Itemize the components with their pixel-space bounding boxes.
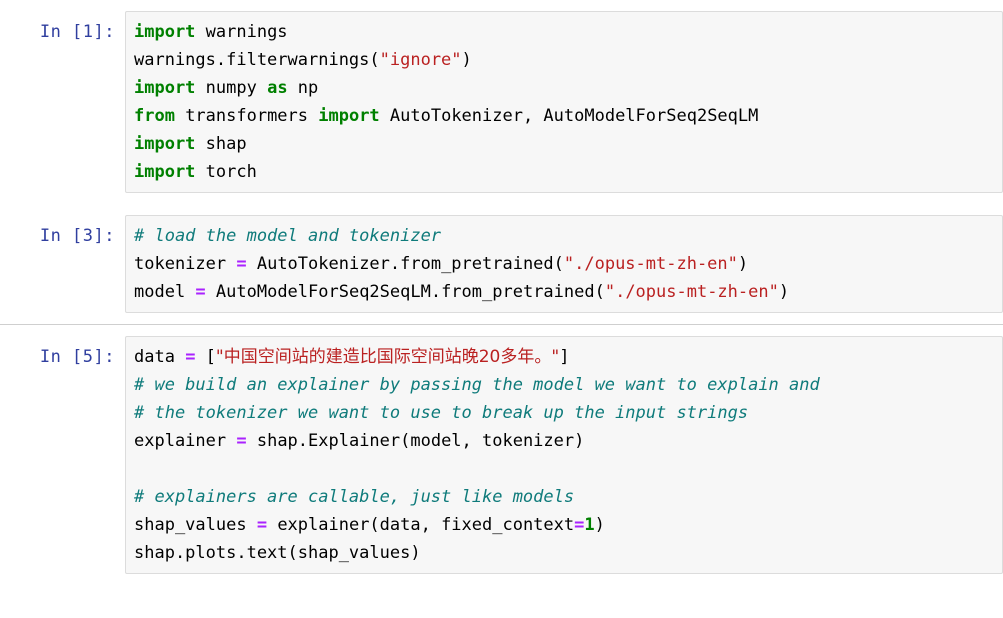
code-token-num: 1 bbox=[584, 515, 595, 535]
notebook-cell[interactable]: In [1]: import warnings warnings.filterwa… bbox=[0, 0, 1003, 204]
code-line: data = ["中国空间站的建造比国际空间站晚20多年。"] bbox=[134, 343, 994, 371]
code-token-kw: import bbox=[134, 134, 196, 154]
code-token-plain: ) bbox=[461, 50, 472, 70]
code-token-plain: AutoTokenizer.from_pretrained( bbox=[246, 254, 564, 274]
notebook-cell[interactable]: In [3]: # load the model and tokenizer to… bbox=[0, 204, 1003, 324]
code-token-plain: ] bbox=[559, 347, 570, 367]
code-block[interactable]: data = ["中国空间站的建造比国际空间站晚20多年。"] # we buil… bbox=[134, 343, 994, 567]
code-token-op: = bbox=[574, 515, 585, 535]
code-token-str: "./opus-mt-zh-en" bbox=[563, 254, 738, 274]
cell-prompt-label: In [1]: bbox=[39, 22, 115, 42]
notebook-cell[interactable]: In [5]: data = ["中国空间站的建造比国际空间站晚20多年。"] #… bbox=[0, 324, 1003, 585]
code-token-str: "ignore" bbox=[379, 50, 462, 70]
code-token-plain: shap.Explainer(model, tokenizer) bbox=[246, 431, 585, 451]
code-line: shap_values = explainer(data, fixed_cont… bbox=[134, 511, 994, 539]
code-line: ​ bbox=[134, 455, 994, 483]
code-token-plain: shap bbox=[195, 134, 247, 154]
code-token-kw: as bbox=[267, 78, 288, 98]
code-token-com: # explainers are callable, just like mod… bbox=[134, 487, 575, 507]
code-token-plain: AutoModelForSeq2SeqLM.from_pretrained( bbox=[205, 282, 605, 302]
code-line: shap.plots.text(shap_values) bbox=[134, 539, 994, 567]
code-line: # load the model and tokenizer bbox=[134, 222, 994, 250]
code-token-plain: model bbox=[134, 282, 196, 302]
code-token-op: = bbox=[185, 347, 196, 367]
code-block[interactable]: # load the model and tokenizer tokenizer … bbox=[134, 222, 994, 306]
code-token-plain: tokenizer bbox=[134, 254, 237, 274]
code-token-kw: import bbox=[134, 78, 196, 98]
code-token-plain: AutoTokenizer, AutoModelForSeq2SeqLM bbox=[379, 106, 759, 126]
notebook-container: In [1]: import warnings warnings.filterwa… bbox=[0, 0, 1003, 585]
code-block[interactable]: import warnings warnings.filterwarnings("… bbox=[134, 18, 994, 186]
code-token-plain: [ bbox=[195, 347, 216, 367]
code-input-area[interactable]: # load the model and tokenizer tokenizer … bbox=[125, 215, 1003, 313]
code-token-op: = bbox=[236, 431, 247, 451]
code-token-plain: ) bbox=[594, 515, 605, 535]
code-token-plain: explainer(data, fixed_context bbox=[267, 515, 575, 535]
code-token-plain: explainer bbox=[134, 431, 237, 451]
code-token-op: = bbox=[256, 515, 268, 535]
code-token-plain: transformers bbox=[174, 106, 319, 126]
code-token-kw: import bbox=[134, 162, 196, 182]
code-line: model = AutoModelForSeq2SeqLM.from_pretr… bbox=[134, 278, 994, 306]
code-token-plain: numpy bbox=[195, 78, 268, 98]
code-line: # explainers are callable, just like mod… bbox=[134, 483, 994, 511]
code-token-op: = bbox=[195, 282, 206, 302]
code-token-com: # we build an explainer by passing the m… bbox=[134, 375, 820, 395]
code-line: import shap bbox=[134, 130, 994, 158]
code-token-plain: shap.plots.text(shap_values) bbox=[134, 543, 421, 563]
code-token-plain: torch bbox=[195, 162, 257, 182]
code-input-area[interactable]: import warnings warnings.filterwarnings("… bbox=[125, 11, 1003, 193]
code-token-plain: warnings bbox=[195, 22, 288, 42]
code-token-str: "./opus-mt-zh-en" bbox=[604, 282, 779, 302]
code-line: warnings.filterwarnings("ignore") bbox=[134, 46, 994, 74]
code-line: # the tokenizer we want to use to break … bbox=[134, 399, 994, 427]
code-token-kw: import bbox=[134, 22, 196, 42]
code-token-com: # the tokenizer we want to use to break … bbox=[134, 403, 749, 423]
code-line: from transformers import AutoTokenizer, … bbox=[134, 102, 994, 130]
code-token-kw: import bbox=[318, 106, 380, 126]
code-line: tokenizer = AutoTokenizer.from_pretraine… bbox=[134, 250, 994, 278]
code-token-plain: ) bbox=[737, 254, 749, 274]
code-token-plain: warnings.filterwarnings( bbox=[134, 50, 380, 70]
code-line: # we build an explainer by passing the m… bbox=[134, 371, 994, 399]
code-line: explainer = shap.Explainer(model, tokeni… bbox=[134, 427, 994, 455]
code-line: import warnings bbox=[134, 18, 994, 46]
cell-prompt-label: In [3]: bbox=[39, 226, 115, 246]
code-line: import torch bbox=[134, 158, 994, 186]
code-token-op: = bbox=[236, 254, 247, 274]
cell-prompt-label: In [5]: bbox=[39, 347, 115, 367]
code-token-plain: shap_values bbox=[134, 515, 257, 535]
code-token-plain: ) bbox=[778, 282, 790, 302]
code-token-str: "中国空间站的建造比国际空间站晚20多年。" bbox=[215, 347, 560, 367]
code-token-plain: data bbox=[134, 347, 186, 367]
code-input-area[interactable]: data = ["中国空间站的建造比国际空间站晚20多年。"] # we buil… bbox=[125, 336, 1003, 574]
code-token-kw: from bbox=[134, 106, 175, 126]
code-line: import numpy as np bbox=[134, 74, 994, 102]
code-token-com: # load the model and tokenizer bbox=[134, 226, 442, 246]
code-token-plain: np bbox=[287, 78, 319, 98]
